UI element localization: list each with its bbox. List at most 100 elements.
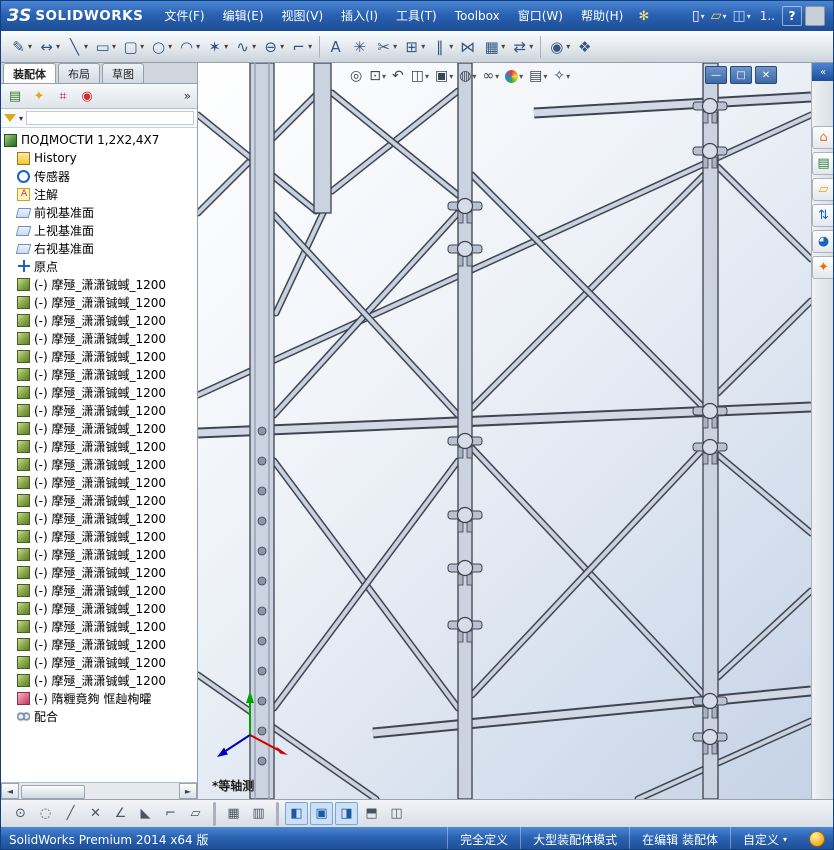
spline-icon[interactable]: ∿ ▾ [231, 34, 259, 60]
configurationmanager-tab-icon[interactable]: ⌗ [52, 86, 74, 106]
tree-item[interactable]: (-) 摩殛_潇潇铖蜮_1200 [17, 653, 197, 671]
linear-pattern-icon[interactable]: ▦ ▾ [480, 34, 508, 60]
mirror-entities-icon[interactable]: ⋈ [456, 34, 480, 60]
tree-item[interactable]: ПОДМОСТИ 1,2X2,4X7 [4, 131, 197, 149]
zoom-fit-icon[interactable]: ◎ [348, 66, 365, 86]
tree-item[interactable]: (-) 摩殛_潇潇铖蜮_1200 [17, 509, 197, 527]
tree-item[interactable]: (-) 摩殛_潇潇铖蜮_1200 [17, 563, 197, 581]
display-style-icon[interactable]: ◍ ▾ [457, 66, 478, 86]
tree-item[interactable]: (-) 摩殛_潇潇铖蜮_1200 [17, 365, 197, 383]
section-view-icon[interactable]: ◫ ▾ [409, 66, 431, 86]
file-explorer-icon[interactable]: ▱ [812, 178, 833, 201]
scroll-right-icon[interactable]: ► [179, 783, 197, 799]
panel-tab[interactable]: 草图 [102, 63, 144, 83]
menu-item[interactable]: 文件(F) [155, 1, 213, 31]
line-snap-icon[interactable]: ╱ [59, 802, 82, 825]
restore-doc-icon[interactable]: □ [730, 66, 752, 84]
menu-item[interactable]: 帮助(H) [572, 1, 632, 31]
tree-item[interactable]: (-) 摩殛_潇潇铖蜮_1200 [17, 437, 197, 455]
status-sphere-icon[interactable] [809, 831, 825, 847]
view-palette-icon[interactable]: ⇅ [812, 204, 833, 227]
tree-item[interactable]: (-) 摩殛_潇潇铖蜮_1200 [17, 635, 197, 653]
menu-item[interactable]: 编辑(E) [214, 1, 273, 31]
tree-item[interactable]: 原点 [17, 257, 197, 275]
tree-item[interactable]: (-) 摩殛_潇潇铖蜮_1200 [17, 455, 197, 473]
separator[interactable] [276, 801, 279, 826]
angle-snap-icon[interactable]: ∠ [109, 802, 132, 825]
appearance-icon[interactable]: ● ▾ [503, 66, 525, 86]
chevron-down-icon[interactable]: ▾ [19, 114, 23, 123]
trim-icon[interactable]: ✂ ▾ [372, 34, 400, 60]
scroll-thumb[interactable] [21, 785, 85, 799]
slot-icon[interactable]: ▢ ▾ [119, 34, 147, 60]
new-document-icon[interactable]: ▯ ▾ [690, 5, 707, 27]
display-relations-icon[interactable]: ◉ ▾ [545, 34, 573, 60]
tree-item[interactable]: History [17, 149, 197, 167]
tree-item[interactable]: 配合 [17, 707, 197, 725]
minimize-doc-icon[interactable]: — [705, 66, 727, 84]
flyout-chevron-icon[interactable]: » [184, 89, 194, 103]
tree-item[interactable]: 注解 [17, 185, 197, 203]
panel-tab[interactable]: 装配体 [3, 63, 56, 83]
separator[interactable] [213, 801, 216, 826]
offset-entities-icon[interactable]: ∥ ▾ [428, 34, 456, 60]
separator[interactable] [540, 35, 542, 58]
rectangle-icon[interactable]: ▭ ▾ [91, 34, 119, 60]
open-icon[interactable]: ▱ ▾ [709, 5, 729, 27]
tree-item[interactable]: (-) 隋糎竟夠 恇赸栒曤 [17, 689, 197, 707]
graphics-viewport[interactable]: ◎ ⊡ ▾ ↶ ◫ ▾ ▣ ▾ ◍ ▾ ∞ ▾ ▾ ▤ ▾ ✧ ▾ — □ ✕ … [198, 63, 811, 799]
hatch-icon[interactable]: ▥ [247, 802, 270, 825]
pane-full-icon[interactable]: ▣ [310, 802, 333, 825]
scene-icon[interactable]: ▤ ▾ [527, 66, 549, 86]
tree-item[interactable]: (-) 摩殛_潇潇铖蜮_1200 [17, 419, 197, 437]
pane-left-icon[interactable]: ◧ [285, 802, 308, 825]
close-doc-icon[interactable]: ✕ [755, 66, 777, 84]
arc-icon[interactable]: ◠ ▾ [175, 34, 203, 60]
help-button[interactable]: ? [782, 6, 802, 26]
tree-item[interactable]: 上视基准面 [15, 221, 197, 239]
sketch-icon[interactable]: ✎ ▾ [7, 34, 35, 60]
corner-snap-icon[interactable]: ⌐ [159, 802, 182, 825]
filter-input[interactable] [26, 111, 194, 125]
tree-item[interactable]: (-) 摩殛_潇潇铖蜮_1200 [17, 311, 197, 329]
convert-entities-icon[interactable]: ⊞ ▾ [400, 34, 428, 60]
view-settings-icon[interactable]: ✧ ▾ [551, 66, 572, 86]
menu-item[interactable]: 工具(T) [387, 1, 446, 31]
options-tile-icon[interactable] [805, 6, 825, 26]
grid-icon[interactable]: ▦ [222, 802, 245, 825]
ellipse-icon[interactable]: ⊖ ▾ [259, 34, 287, 60]
home-icon[interactable]: ⌂ [812, 126, 833, 149]
polygon-icon[interactable]: ✶ ▾ [203, 34, 231, 60]
circle-snap-icon[interactable]: ◌ [34, 802, 57, 825]
view-orientation-icon[interactable]: ▣ ▾ [433, 66, 455, 86]
tree-item[interactable]: (-) 摩殛_潇潇铖蜮_1200 [17, 347, 197, 365]
tree-item[interactable]: 传感器 [17, 167, 197, 185]
task-pane-collapse-icon[interactable]: « [812, 63, 833, 81]
tree-item[interactable]: (-) 摩殛_潇潇铖蜮_1200 [17, 275, 197, 293]
tree-item[interactable]: (-) 摩殛_潇潇铖蜮_1200 [17, 401, 197, 419]
scroll-track[interactable] [19, 784, 179, 799]
scroll-left-icon[interactable]: ◄ [1, 783, 19, 799]
rapid-sketch-icon[interactable]: ❖ [573, 34, 597, 60]
tree-item[interactable]: (-) 摩殛_潇潇铖蜮_1200 [17, 329, 197, 347]
move-entities-icon[interactable]: ⇄ ▾ [508, 34, 536, 60]
displaymanager-tab-icon[interactable]: ◉ [76, 86, 98, 106]
hide-show-items-icon[interactable]: ∞ ▾ [480, 66, 501, 86]
triangle-snap-icon[interactable]: ◣ [134, 802, 157, 825]
separator[interactable] [319, 35, 321, 58]
status-customize[interactable]: 自定义 ▾ [729, 827, 799, 849]
tree-item[interactable]: (-) 摩殛_潇潇铖蜮_1200 [17, 671, 197, 689]
propertymanager-tab-icon[interactable]: ✦ [28, 86, 50, 106]
line-icon[interactable]: ╲ ▾ [63, 34, 91, 60]
tree-item[interactable]: (-) 摩殛_潇潇铖蜮_1200 [17, 545, 197, 563]
tree-item[interactable]: (-) 摩殛_潇潇铖蜮_1200 [17, 293, 197, 311]
tree-item[interactable]: (-) 摩殛_潇潇铖蜮_1200 [17, 383, 197, 401]
tree-item[interactable]: 右视基准面 [15, 239, 197, 257]
split-vertical-icon[interactable]: ◫ [385, 802, 408, 825]
tree-item[interactable]: (-) 摩殛_潇潇铖蜮_1200 [17, 581, 197, 599]
custom-properties-icon[interactable]: ✦ [812, 256, 833, 279]
menu-item[interactable]: 插入(I) [332, 1, 387, 31]
plane-view-icon[interactable]: ▱ [184, 802, 207, 825]
pane-right-icon[interactable]: ◨ [335, 802, 358, 825]
menu-item[interactable]: 窗口(W) [509, 1, 572, 31]
